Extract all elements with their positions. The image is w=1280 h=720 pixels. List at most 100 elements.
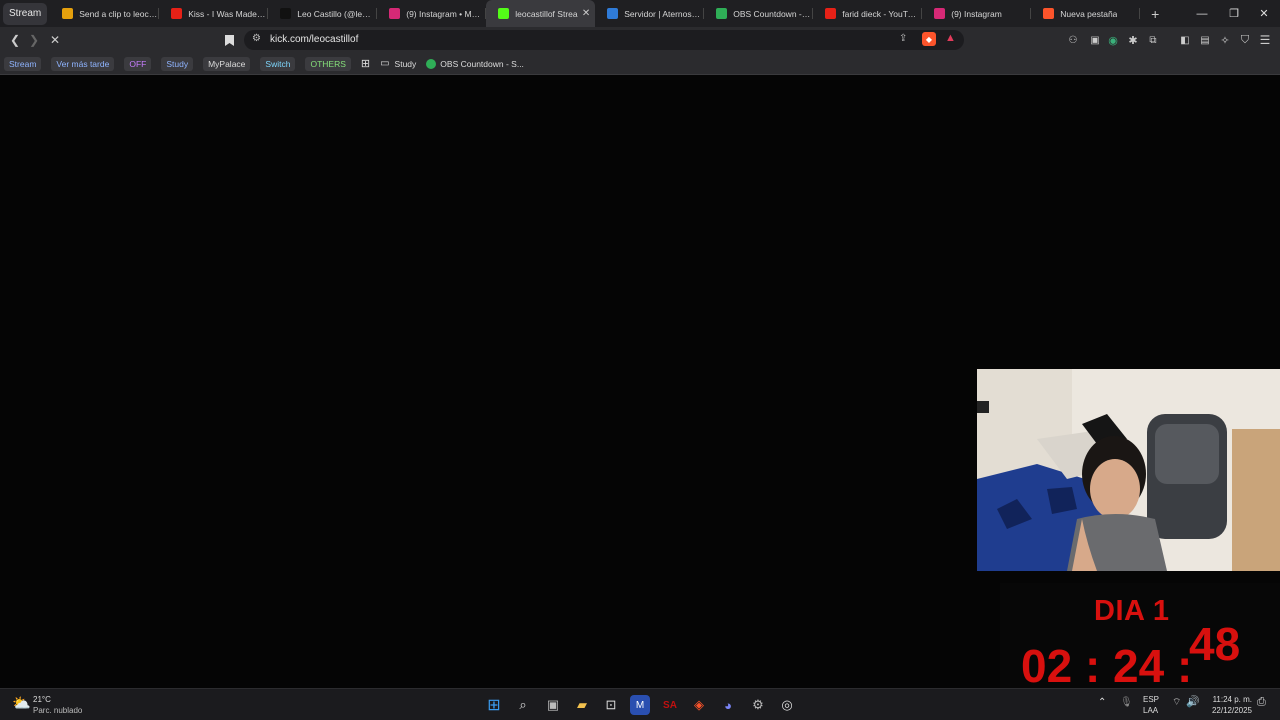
apps-grid-icon[interactable]: ⊞ — [361, 57, 370, 70]
tab-5[interactable]: Servidor | Aternos | Se — [595, 0, 705, 27]
tab-title: OBS Countdown - Str — [733, 8, 812, 19]
menu-icon[interactable]: ☰ — [1256, 31, 1274, 49]
stop-loading-button[interactable]: ✕ — [46, 31, 64, 49]
language-code[interactable]: ESP — [1143, 695, 1159, 705]
store-icon[interactable]: ⊡ — [601, 695, 621, 715]
tab-2[interactable]: Leo Castillo (@leocas — [268, 0, 378, 27]
wallet-panel-icon[interactable]: ▤ — [1196, 31, 1214, 49]
share-icon[interactable]: ⇪ — [899, 33, 907, 44]
tab-title: (9) Instagram — [951, 8, 1002, 19]
wifi-icon[interactable]: ⌔ — [1172, 698, 1181, 708]
restore-button[interactable]: ❐ — [1218, 0, 1250, 27]
new-tab-button[interactable]: + — [1144, 6, 1166, 22]
clock-time[interactable]: 11:24 p. m. — [1208, 695, 1252, 705]
search-icon[interactable]: ⌕ — [513, 695, 533, 715]
brave-rewards-icon[interactable]: ▲ — [945, 32, 956, 44]
tab-title: Servidor | Aternos | Se — [624, 8, 703, 19]
tab-3[interactable]: (9) Instagram • Mens — [377, 0, 487, 27]
obs-taskbar-icon[interactable]: ◎ — [777, 695, 797, 715]
task-view-icon[interactable]: ▣ — [543, 695, 563, 715]
back-button[interactable]: ❮ — [6, 31, 24, 49]
countdown-hours-minutes: 02 : 24 : — [1021, 640, 1193, 692]
bookmark-group-6[interactable]: OTHERS — [305, 56, 351, 71]
tab-strip: Send a clip to leocast Kiss - I Was Made … — [50, 0, 1141, 27]
windows-taskbar: ⛅ 21°C Parc. nublado ⊞ ⌕ ▣ ▰ ⊡ M SA ◈ ◕ … — [0, 688, 1280, 720]
close-tab-icon[interactable]: ✕ — [582, 8, 590, 19]
brave-shields-icon[interactable]: ◆ — [922, 32, 936, 46]
tab-title: Leo Castillo (@leocas — [297, 8, 376, 19]
tab-title: (9) Instagram • Mens — [406, 8, 485, 19]
tab-title: Nueva pestaña — [1060, 8, 1118, 19]
tab-9[interactable]: Nueva pestaña — [1031, 0, 1141, 27]
extension-icon[interactable]: ◉ — [1104, 31, 1122, 49]
tab-8[interactable]: (9) Instagram — [922, 0, 1032, 27]
close-window-button[interactable]: ✕ — [1248, 0, 1280, 27]
tab-0[interactable]: Send a clip to leocast — [50, 0, 160, 27]
bookmark-group-1[interactable]: Ver más tarde — [51, 56, 115, 71]
url-text[interactable]: kick.com/leocastillof — [270, 34, 358, 45]
tab-6[interactable]: OBS Countdown - Str — [704, 0, 814, 27]
tab-4[interactable]: leocastillof Strea ✕ — [486, 0, 596, 27]
brave-icon — [1043, 8, 1055, 19]
leo-ai-icon[interactable]: ✧ — [1216, 31, 1234, 49]
sidebar-icon[interactable]: ◧ — [1176, 31, 1194, 49]
bookmark-obs-countdown[interactable]: OBS Countdown - S... — [426, 58, 524, 69]
countdown-seconds: 48 — [1189, 618, 1241, 670]
tab-group-stream[interactable]: Stream — [3, 2, 48, 25]
file-explorer-icon[interactable]: ▰ — [572, 695, 592, 715]
bookmark-icon[interactable] — [220, 31, 238, 49]
obs-icon — [716, 8, 728, 19]
bookmark-group-3[interactable]: Study — [161, 56, 194, 71]
show-hidden-icons-icon[interactable]: ⌃ — [1098, 698, 1106, 708]
tab-title: leocastillof Strea — [515, 8, 578, 19]
settings-gear-icon[interactable]: ⚙ — [748, 695, 768, 715]
folder-icon: ▭ — [380, 58, 390, 69]
vpn-shield-icon[interactable]: ⛉ — [1236, 31, 1254, 49]
forward-button[interactable]: ❯ — [25, 31, 43, 49]
stream-countdown: DIA 1 02 : 24 : 48 — [1000, 583, 1280, 692]
clip-icon — [62, 8, 74, 19]
minimize-button[interactable]: — — [1186, 0, 1218, 27]
bookmark-folder-study[interactable]: ▭ Study — [380, 58, 416, 69]
bookmark-groups: Stream Ver más tarde OFF Study MyPalace Switc… — [4, 56, 361, 71]
bookmark-folder-label: Study — [394, 58, 417, 69]
reader-icon[interactable]: ⚇ — [1064, 31, 1082, 49]
tab-bar: Stream Send a clip to leocast Kiss - I Wa… — [0, 0, 1280, 27]
bookmark-group-4[interactable]: MyPalace — [203, 56, 251, 71]
wallet-icon[interactable]: ▣ — [1086, 31, 1104, 49]
instagram-icon — [934, 8, 946, 19]
tab-7[interactable]: farid dieck - YouTube — [813, 0, 923, 27]
instagram-icon — [389, 8, 401, 19]
address-bar[interactable]: ⚙ kick.com/leocastillof ⇪ ◆ ▲ — [244, 30, 964, 50]
keyboard-layout[interactable]: LAA — [1143, 706, 1158, 716]
notifications-icon[interactable]: ⎙ — [1257, 697, 1266, 708]
site-info-icon[interactable]: ⚙ — [252, 33, 261, 44]
bookmark-link-label: OBS Countdown - S... — [440, 58, 524, 69]
webcam-overlay — [977, 369, 1280, 571]
weather-desc[interactable]: Parc. nublado — [33, 706, 82, 716]
weather-icon[interactable]: ⛅ — [12, 694, 31, 712]
obs-icon — [426, 58, 437, 69]
microphone-icon[interactable]: 🎙 — [1120, 698, 1133, 708]
volume-icon[interactable]: 🔊 — [1186, 697, 1200, 708]
kick-icon — [498, 8, 510, 19]
bookmarks-bar: Stream Ver más tarde OFF Study MyPalace Switc… — [0, 53, 1280, 75]
clock-date[interactable]: 22/12/2025 — [1208, 706, 1252, 716]
youtube-icon — [825, 8, 837, 19]
bookmark-group-2[interactable]: OFF — [124, 56, 152, 71]
start-button-icon[interactable]: ⊞ — [484, 695, 504, 715]
media-icon[interactable]: ⧉ — [1144, 31, 1162, 49]
app-red-icon[interactable]: SA — [660, 695, 680, 715]
extensions-puzzle-icon[interactable]: ✱ — [1124, 31, 1142, 49]
countdown-day: DIA 1 — [1094, 595, 1170, 627]
bookmark-group-0[interactable]: Stream — [4, 56, 42, 71]
tab-1[interactable]: Kiss - I Was Made For — [159, 0, 269, 27]
tab-title: Kiss - I Was Made For — [188, 8, 267, 19]
brave-taskbar-icon[interactable]: ◈ — [689, 695, 709, 715]
webcam-image — [977, 369, 1280, 571]
discord-icon[interactable]: ◕ — [718, 695, 738, 715]
tiktok-icon — [280, 8, 292, 19]
app-m-icon[interactable]: M — [630, 695, 650, 715]
bookmark-group-5[interactable]: Switch — [260, 56, 296, 71]
weather-temp[interactable]: 21°C — [33, 695, 51, 705]
